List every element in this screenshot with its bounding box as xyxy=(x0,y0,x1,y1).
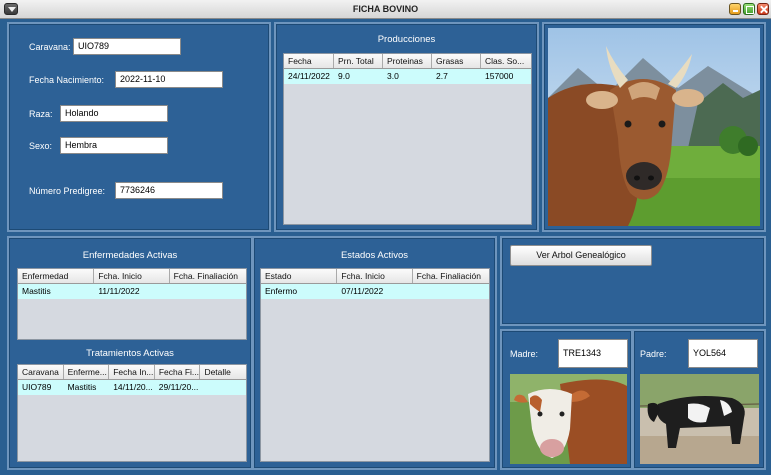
column-header[interactable]: Enferme... xyxy=(64,365,110,379)
tratamientos-table[interactable]: Caravana Enferme... Fecha In... Fecha Fi… xyxy=(17,364,247,462)
raza-label: Raza: xyxy=(29,109,53,119)
madre-label: Madre: xyxy=(510,349,539,359)
sexo-label: Sexo: xyxy=(29,141,53,151)
madre-panel: Madre: TRE1343 xyxy=(500,329,633,470)
bovino-photo-panel xyxy=(542,22,766,232)
enfermedades-tratamientos-panel: Enfermedades Activas Enfermedad Fcha. In… xyxy=(7,236,253,470)
table-row[interactable]: Mastitis 11/11/2022 xyxy=(18,284,246,299)
table-cell: 2.7 xyxy=(436,71,448,81)
minimize-icon[interactable] xyxy=(729,3,741,15)
numero-predigree-field[interactable]: 7736246 xyxy=(115,182,223,199)
table-cell xyxy=(413,284,489,299)
estados-title: Estados Activos xyxy=(340,250,409,261)
producciones-title: Producciones xyxy=(377,34,436,45)
arbol-panel: Ver Arbol Genealógico xyxy=(500,236,766,326)
producciones-table[interactable]: Fecha Prn. Total Proteinas Grasas Clas. … xyxy=(283,53,532,225)
table-row[interactable]: 24/11/2022 9.0 3.0 2.7 157000 xyxy=(284,69,531,84)
fecha-nacimiento-field[interactable]: 2022-11-10 xyxy=(115,71,223,88)
padre-photo xyxy=(640,374,759,464)
padre-panel: Padre: YOL564 xyxy=(632,329,766,470)
numero-predigree-label: Número Predigree: xyxy=(29,186,106,196)
caravana-label: Caravana: xyxy=(29,42,71,52)
padre-field[interactable]: YOL564 xyxy=(688,339,758,368)
table-cell: 9.0 xyxy=(338,71,350,81)
table-row[interactable]: UIO789 Mastitis 14/11/20... 29/11/20... xyxy=(18,380,246,395)
column-header[interactable]: Fecha xyxy=(284,54,334,68)
maximize-icon[interactable] xyxy=(743,3,755,15)
enfermedades-table[interactable]: Enfermedad Fcha. Inicio Fcha. Finaliació… xyxy=(17,268,247,340)
estados-panel: Estados Activos Estado Fcha. Inicio Fcha… xyxy=(252,236,497,470)
table-cell: 14/11/20... xyxy=(113,382,153,392)
bovino-photo xyxy=(548,28,760,226)
madre-field[interactable]: TRE1343 xyxy=(558,339,628,368)
column-header[interactable]: Fecha Fi... xyxy=(155,365,201,379)
tratamientos-title: Tratamientos Activas xyxy=(86,348,174,359)
column-header[interactable]: Fcha. Inicio xyxy=(337,269,413,283)
column-header[interactable]: Prn. Total xyxy=(334,54,383,68)
column-header[interactable]: Detalle xyxy=(200,365,246,379)
column-header[interactable]: Caravana xyxy=(18,365,64,379)
table-cell: 07/11/2022 xyxy=(341,286,384,296)
raza-field[interactable]: Holando xyxy=(60,105,168,122)
enfermedades-header: Enfermedad Fcha. Inicio Fcha. Finaliació… xyxy=(18,269,246,284)
padre-label: Padre: xyxy=(640,349,667,359)
fecha-nacimiento-label: Fecha Nacimiento: xyxy=(29,75,105,85)
enfermedades-title: Enfermedades Activas xyxy=(82,250,178,261)
table-cell: UIO789 xyxy=(22,382,52,392)
estados-table[interactable]: Estado Fcha. Inicio Fcha. Finaliación En… xyxy=(260,268,490,462)
table-cell: Mastitis xyxy=(22,286,51,296)
column-header[interactable]: Fcha. Inicio xyxy=(94,269,170,283)
producciones-panel: Producciones Fecha Prn. Total Proteinas … xyxy=(274,22,539,232)
table-row[interactable]: Enfermo 07/11/2022 xyxy=(261,284,489,299)
column-header[interactable]: Clas. So... xyxy=(481,54,531,68)
madre-photo xyxy=(510,374,627,464)
close-icon[interactable] xyxy=(757,3,769,15)
window-title: FICHA BOVINO xyxy=(352,4,419,14)
table-cell: 29/11/20... xyxy=(158,382,199,392)
column-header[interactable]: Proteinas xyxy=(383,54,432,68)
table-cell: Mastitis xyxy=(67,382,97,392)
estados-header: Estado Fcha. Inicio Fcha. Finaliación xyxy=(261,269,489,284)
producciones-header: Fecha Prn. Total Proteinas Grasas Clas. … xyxy=(284,54,531,69)
column-header[interactable]: Enfermedad xyxy=(18,269,95,283)
table-cell: 157000 xyxy=(485,71,514,81)
column-header[interactable]: Fcha. Finaliación xyxy=(170,269,246,283)
window-title-bar: FICHA BOVINO xyxy=(0,0,771,19)
ver-arbol-genealogico-button[interactable]: Ver Arbol Genealógico xyxy=(510,245,652,266)
column-header[interactable]: Estado xyxy=(261,269,338,283)
table-cell: 11/11/2022 xyxy=(98,286,140,296)
column-header[interactable]: Fecha In... xyxy=(109,365,155,379)
table-cell: 3.0 xyxy=(387,71,399,81)
column-header[interactable]: Fcha. Finaliación xyxy=(413,269,489,283)
table-cell xyxy=(170,284,246,299)
table-cell xyxy=(200,380,246,395)
column-header[interactable]: Grasas xyxy=(432,54,481,68)
tratamientos-header: Caravana Enferme... Fecha In... Fecha Fi… xyxy=(18,365,246,380)
ficha-panel: Caravana: UIO789 Fecha Nacimiento: 2022-… xyxy=(7,22,271,232)
table-cell: 24/11/2022 xyxy=(288,71,330,81)
table-cell: Enfermo xyxy=(265,286,298,296)
caravana-field[interactable]: UIO789 xyxy=(73,38,181,55)
sexo-field[interactable]: Hembra xyxy=(60,137,168,154)
